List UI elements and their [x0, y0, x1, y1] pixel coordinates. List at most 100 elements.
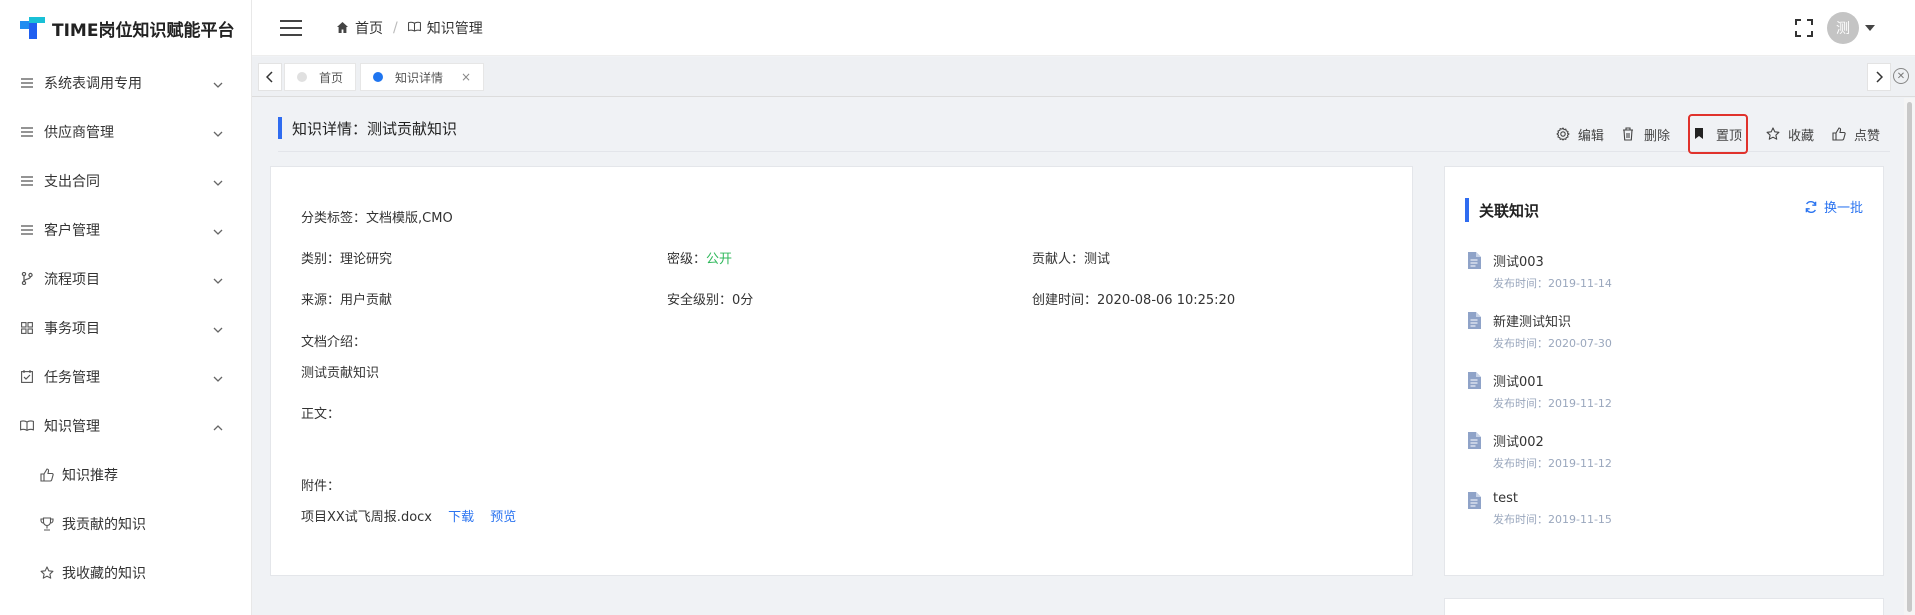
chevron-down-icon [213, 323, 223, 333]
document-icon [1467, 312, 1481, 329]
list-icon [20, 174, 34, 188]
tabs-bar: 首页 知识详情 × ✕ [252, 57, 1915, 97]
book-icon [407, 21, 421, 34]
star-icon [40, 565, 54, 580]
category-value: 理论研究 [340, 252, 393, 267]
vertical-scrollbar[interactable] [1904, 98, 1915, 615]
sidebar-item-task-management[interactable]: 任务管理 [0, 352, 251, 401]
security-level-row: 安全级别：0分 [667, 293, 754, 308]
intro-value: 测试贡献知识 [301, 366, 380, 381]
download-link[interactable]: 下载 [448, 510, 474, 525]
chevron-down-icon [213, 127, 223, 137]
tabs-scroll-right-icon[interactable] [1867, 63, 1891, 91]
fullscreen-icon[interactable] [1795, 19, 1813, 37]
delete-button[interactable]: 删除 [1622, 121, 1670, 147]
favorite-button[interactable]: 收藏 [1766, 121, 1814, 147]
chevron-down-icon [213, 274, 223, 284]
related-item[interactable]: 测试001 发布时间：2019-11-12 [1467, 371, 1612, 411]
document-icon [1467, 372, 1481, 389]
tags-value: 文档模版,CMO [366, 211, 453, 226]
branch-icon [20, 272, 34, 286]
edit-button[interactable]: 编辑 [1556, 121, 1604, 147]
bookmark-icon [1694, 127, 1708, 141]
sidebar-item-expense-contract[interactable]: 支出合同 [0, 156, 251, 205]
close-all-tabs-icon[interactable]: ✕ [1893, 68, 1909, 84]
trophy-icon [40, 516, 54, 531]
security-level-value: 0分 [732, 293, 754, 308]
sidebar: TIME岗位知识赋能平台 系统表调用专用 供应商管理 支出合同 客户管理 流程项… [0, 0, 252, 615]
breadcrumb-home[interactable]: 首页 [355, 18, 383, 38]
menu-toggle-icon[interactable] [280, 19, 302, 36]
breadcrumb-separator: / [393, 19, 398, 36]
sidebar-subitem-my-contributions[interactable]: 我贡献的知识 [0, 499, 251, 548]
sidebar-subitem-knowledge-recommend[interactable]: 知识推荐 [0, 450, 251, 499]
list-icon [20, 76, 34, 90]
intro-label: 文档介绍： [301, 335, 367, 350]
sidebar-item-system-table[interactable]: 系统表调用专用 [0, 58, 251, 107]
body-label: 正文： [301, 407, 341, 422]
related-title: 关联知识 [1465, 197, 1539, 223]
related-knowledge-card: 关联知识 换一批 测试003 发布时间：2019-11-14 新建测试知识 发布时间… [1444, 166, 1884, 576]
main-content: 知识详情：测试贡献知识 编辑 删除 置顶 收藏 点赞 分类标签：文档模版,CMO… [252, 98, 1904, 615]
caret-down-icon[interactable] [1865, 25, 1875, 31]
created-time-row: 创建时间：2020-08-06 10:25:20 [1032, 293, 1236, 308]
header-actions: 测 [1795, 12, 1875, 44]
document-icon [1467, 492, 1481, 509]
secondary-card [1444, 598, 1884, 615]
contributor-value: 测试 [1084, 252, 1111, 267]
related-item[interactable]: 测试002 发布时间：2019-11-12 [1467, 431, 1612, 471]
chevron-down-icon [213, 176, 223, 186]
breadcrumb-knowledge[interactable]: 知识管理 [427, 18, 483, 38]
preview-link[interactable]: 预览 [490, 510, 516, 525]
tab-home[interactable]: 首页 [284, 63, 357, 91]
tab-dot-icon [373, 72, 384, 82]
app-title: TIME岗位知识赋能平台 [52, 20, 235, 41]
tags-row: 分类标签：文档模版,CMO [301, 211, 453, 226]
top-header: 首页 / 知识管理 测 [252, 0, 1915, 56]
category-row: 类别：理论研究 [301, 252, 393, 267]
app-logo[interactable]: TIME岗位知识赋能平台 [0, 0, 251, 56]
like-button[interactable]: 点赞 [1832, 121, 1880, 147]
title-accent-bar [1465, 198, 1469, 222]
refresh-batch-button[interactable]: 换一批 [1804, 197, 1863, 216]
home-icon [336, 21, 349, 34]
tabs: 首页 知识详情 × [284, 63, 488, 91]
list-icon [20, 125, 34, 139]
tab-close-icon[interactable]: × [461, 70, 471, 84]
page-actions: 编辑 删除 置顶 收藏 点赞 [1538, 114, 1880, 154]
attachment-filename: 项目XX试飞周报.docx [301, 510, 432, 525]
chevron-down-icon [213, 225, 223, 235]
sidebar-subitem-my-favorites[interactable]: 我收藏的知识 [0, 548, 251, 597]
secret-level-value: 公开 [706, 252, 733, 267]
chevron-up-icon [213, 421, 223, 431]
chevron-down-icon [213, 78, 223, 88]
page-title: 知识详情：测试贡献知识 [278, 116, 457, 140]
scrollbar-thumb[interactable] [1907, 102, 1912, 612]
logo-icon [20, 17, 46, 39]
sidebar-item-supplier[interactable]: 供应商管理 [0, 107, 251, 156]
document-icon [1467, 432, 1481, 449]
grid-icon [20, 321, 34, 335]
source-value: 用户贡献 [340, 293, 393, 308]
thumbs-up-icon [40, 467, 54, 482]
attachment-row: 项目XX试飞周报.docx 下载 预览 [301, 506, 516, 525]
related-item[interactable]: 测试003 发布时间：2019-11-14 [1467, 251, 1612, 291]
star-icon [1766, 127, 1780, 141]
trash-icon [1622, 127, 1636, 141]
sidebar-item-affairs-project[interactable]: 事务项目 [0, 303, 251, 352]
thumbs-up-icon [1832, 127, 1846, 141]
sidebar-item-process-project[interactable]: 流程项目 [0, 254, 251, 303]
related-item[interactable]: test 发布时间：2019-11-15 [1467, 491, 1612, 527]
contributor-row: 贡献人：测试 [1032, 252, 1111, 267]
list-icon [20, 223, 34, 237]
related-item[interactable]: 新建测试知识 发布时间：2020-07-30 [1467, 311, 1612, 351]
tab-knowledge-detail[interactable]: 知识详情 × [360, 63, 485, 91]
tabs-scroll-left-icon[interactable] [258, 63, 282, 91]
sidebar-item-customer[interactable]: 客户管理 [0, 205, 251, 254]
sidebar-item-knowledge-management[interactable]: 知识管理 [0, 401, 251, 450]
tab-dot-icon [297, 72, 307, 82]
gear-icon [1556, 127, 1570, 141]
avatar[interactable]: 测 [1827, 12, 1859, 44]
book-icon [20, 419, 34, 433]
pin-top-button[interactable]: 置顶 [1687, 114, 1748, 154]
